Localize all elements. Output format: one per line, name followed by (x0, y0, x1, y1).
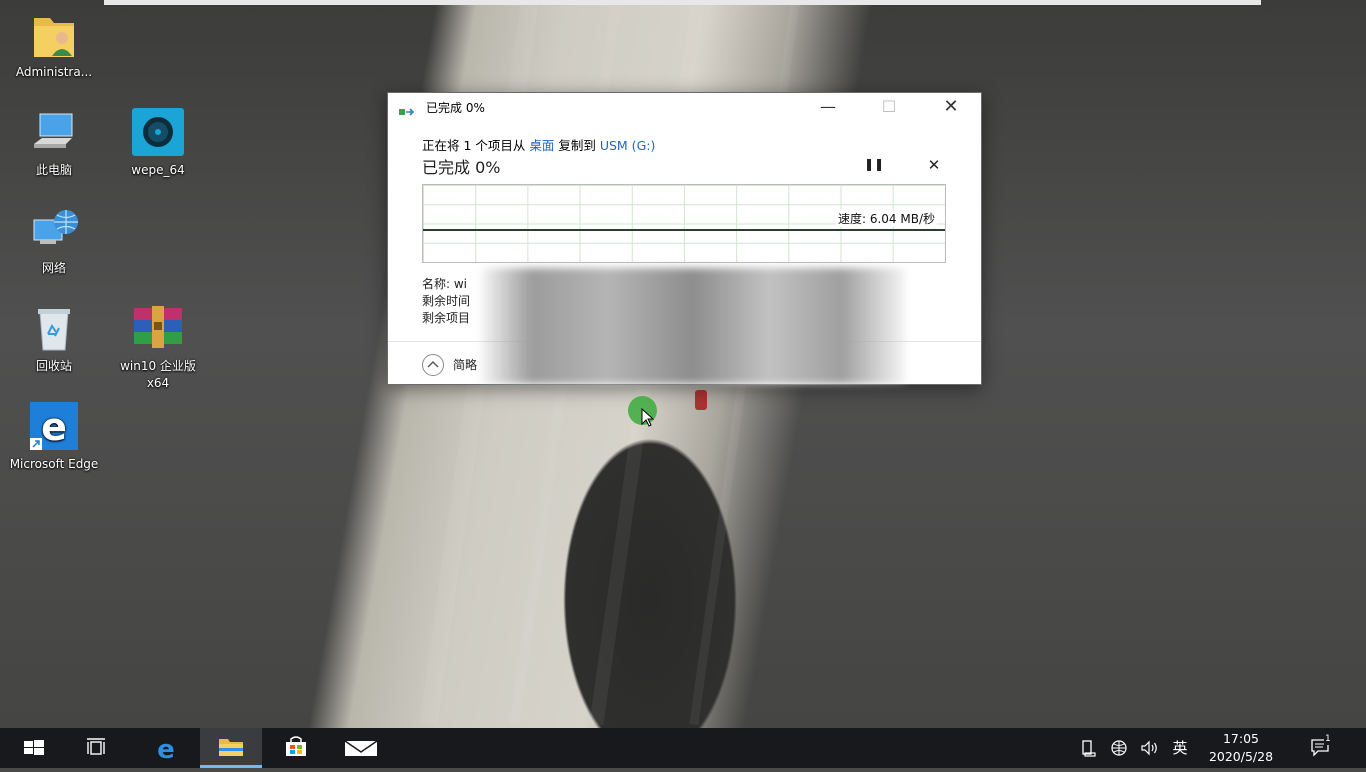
details-label: 简略 (453, 358, 478, 372)
network-icon (26, 206, 82, 258)
copy-arrow-icon (399, 102, 417, 116)
desktop-icon-label: wepe_64 (131, 163, 185, 177)
desktop-icon-recycle-bin[interactable]: 回收站 (4, 304, 104, 375)
transfer-speed-graph: 速度: 6.04 MB/秒 (422, 184, 946, 263)
items-left-label: 剩余项目 (422, 311, 471, 325)
desktop-icon-label: Administra... (15, 65, 93, 79)
window-edge-strip (104, 0, 1261, 5)
desktop-icon-label: 网络 (41, 261, 66, 275)
disk-icon (130, 108, 186, 160)
speed-line (423, 229, 945, 231)
maximize-button[interactable]: ☐ (866, 93, 912, 121)
desktop-icon-label: 此电脑 (35, 163, 72, 177)
desktop-icon-edge[interactable]: e Microsoft Edge (4, 402, 104, 473)
folder-icon (219, 739, 243, 756)
desktop-icon-label: win10 企业版 x64 (120, 359, 196, 390)
climber-figure (695, 390, 707, 410)
copy-prefix: 正在将 1 个项目从 (422, 138, 530, 153)
mouse-cursor-icon (641, 407, 655, 432)
taskbar-edge-button[interactable]: e (142, 728, 190, 768)
clock-time: 17:05 (1222, 731, 1260, 746)
dialog-titlebar[interactable]: 已完成 0% — ☐ ✕ (388, 93, 981, 121)
taskbar: e 英 17:05 2020/5/28 1 (0, 728, 1366, 768)
task-view-icon (87, 738, 105, 755)
desktop-icon-label: Microsoft Edge (9, 457, 99, 471)
notification-count-badge: 1 (1324, 734, 1332, 745)
pause-button[interactable]: ❚❚ (864, 157, 884, 175)
task-view-button[interactable] (74, 728, 122, 768)
mail-icon (344, 740, 378, 756)
recycle-bin-icon (26, 304, 82, 356)
edge-icon: e (26, 402, 82, 454)
desktop-icon-administrator[interactable]: Administra... (4, 10, 104, 81)
input-method-indicator[interactable]: 英 (1166, 728, 1194, 768)
taskbar-file-explorer-button[interactable] (200, 728, 262, 768)
computer-icon (26, 108, 82, 160)
start-button[interactable] (10, 728, 58, 768)
destination-link[interactable]: USM (G:) (600, 138, 656, 153)
file-copy-dialog: 已完成 0% — ☐ ✕ 正在将 1 个项目从 桌面 复制到 USM (G:) … (387, 92, 982, 385)
chevron-up-icon (427, 361, 439, 368)
desktop-icon-label: 回收站 (35, 359, 72, 373)
taskbar-clock[interactable]: 17:05 2020/5/28 (1196, 730, 1286, 766)
winrar-archive-icon (130, 304, 186, 356)
svg-text:e: e (41, 405, 67, 449)
desktop-icon-win10-archive[interactable]: win10 企业版 x64 (108, 304, 208, 392)
dialog-title: 已完成 0% (426, 101, 485, 115)
network-globe-icon[interactable] (1106, 728, 1132, 768)
clock-date: 2020/5/28 (1208, 749, 1274, 764)
speed-label: 速度: 6.04 MB/秒 (835, 210, 937, 227)
windows-logo-icon (24, 740, 44, 755)
blurred-region (481, 268, 905, 384)
usb-device-icon[interactable] (1076, 728, 1100, 768)
desktop-icon-wepe[interactable]: wepe_64 (108, 108, 208, 179)
svg-text:e: e (157, 735, 175, 765)
close-button[interactable]: ✕ (928, 93, 974, 121)
cancel-button[interactable]: ✕ (925, 156, 943, 174)
copy-middle: 复制到 (554, 138, 600, 153)
details-toggle-button[interactable] (422, 354, 444, 376)
name-label: 名称: wi (422, 277, 468, 291)
desktop-icon-this-pc[interactable]: 此电脑 (4, 108, 104, 179)
source-link[interactable]: 桌面 (529, 138, 554, 153)
time-left-label: 剩余时间 (422, 294, 471, 308)
volume-icon[interactable] (1136, 728, 1164, 768)
minimize-button[interactable]: — (805, 93, 851, 121)
store-bag-icon (286, 736, 306, 756)
edge-icon: e (157, 735, 175, 765)
action-center-button[interactable]: 1 (1304, 728, 1338, 768)
user-folder-icon (26, 10, 82, 62)
progress-status: 已完成 0% (422, 158, 501, 177)
taskbar-mail-button[interactable] (337, 728, 385, 768)
copy-description: 正在将 1 个项目从 桌面 复制到 USM (G:) (422, 135, 655, 154)
desktop-icon-network[interactable]: 网络 (4, 206, 104, 277)
taskbar-store-button[interactable] (272, 728, 320, 768)
